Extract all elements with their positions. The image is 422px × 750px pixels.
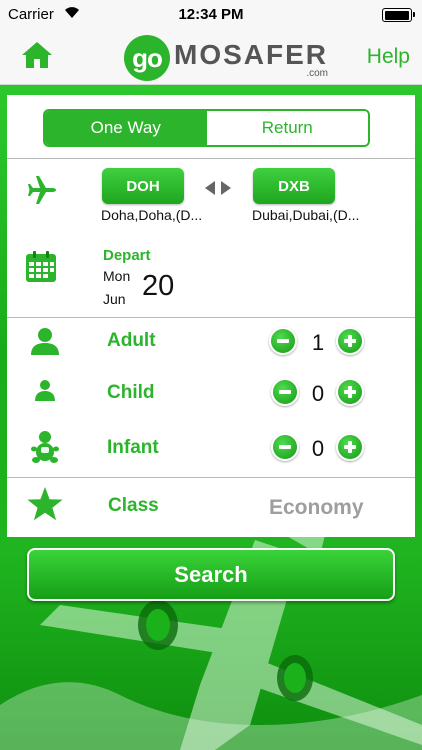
search-button[interactable]: Search bbox=[27, 548, 395, 601]
class-value[interactable]: Economy bbox=[269, 496, 364, 520]
depart-day[interactable]: 20 bbox=[142, 270, 174, 303]
destination-city-label: Dubai,Dubai,(D... bbox=[252, 207, 360, 223]
tab-one-way[interactable]: One Way bbox=[45, 111, 207, 145]
plane-icon bbox=[27, 175, 57, 210]
child-label: Child bbox=[107, 382, 155, 403]
logo-go: go bbox=[124, 35, 170, 81]
battery-icon bbox=[382, 8, 415, 22]
depart-label[interactable]: Depart bbox=[103, 247, 151, 264]
origin-airport-button[interactable]: DOH bbox=[102, 168, 184, 204]
logo-domain: .com bbox=[306, 68, 328, 79]
adult-minus-button[interactable] bbox=[269, 327, 297, 355]
help-button[interactable]: Help bbox=[367, 45, 410, 69]
child-minus-button[interactable] bbox=[271, 378, 299, 406]
star-icon bbox=[27, 487, 63, 526]
tab-return[interactable]: Return bbox=[206, 111, 368, 145]
depart-month[interactable]: Jun bbox=[103, 291, 126, 307]
home-icon[interactable] bbox=[20, 40, 54, 70]
adult-label: Adult bbox=[107, 330, 156, 351]
infant-icon bbox=[31, 430, 59, 469]
calendar-icon bbox=[25, 251, 57, 288]
clock: 12:34 PM bbox=[178, 6, 244, 23]
adult-icon bbox=[29, 327, 61, 360]
nav-bar: go MOSAFER .com Help bbox=[0, 30, 422, 85]
infant-count: 0 bbox=[311, 436, 325, 461]
destination-airport-button[interactable]: DXB bbox=[253, 168, 335, 204]
origin-city-label: Doha,Doha,(D... bbox=[101, 207, 203, 223]
adult-count: 1 bbox=[311, 330, 325, 355]
swap-icon[interactable] bbox=[205, 180, 231, 199]
divider bbox=[7, 477, 415, 478]
search-form-card: One Way Return DOH Doha,Doha,(D... DXB D… bbox=[7, 95, 415, 537]
logo-brand: MOSAFER bbox=[174, 39, 328, 70]
infant-label: Infant bbox=[107, 437, 159, 458]
status-bar: Carrier 12:34 PM bbox=[0, 0, 422, 30]
adult-plus-button[interactable] bbox=[336, 327, 364, 355]
child-plus-button[interactable] bbox=[336, 378, 364, 406]
infant-minus-button[interactable] bbox=[271, 433, 299, 461]
divider bbox=[7, 317, 415, 318]
child-icon bbox=[34, 379, 56, 406]
trip-type-segmented-control: One Way Return bbox=[43, 109, 370, 147]
app-logo: go MOSAFER .com bbox=[124, 35, 328, 81]
divider bbox=[7, 158, 415, 159]
depart-weekday[interactable]: Mon bbox=[103, 268, 130, 284]
child-count: 0 bbox=[311, 381, 325, 406]
infant-plus-button[interactable] bbox=[336, 433, 364, 461]
class-label: Class bbox=[108, 495, 159, 516]
